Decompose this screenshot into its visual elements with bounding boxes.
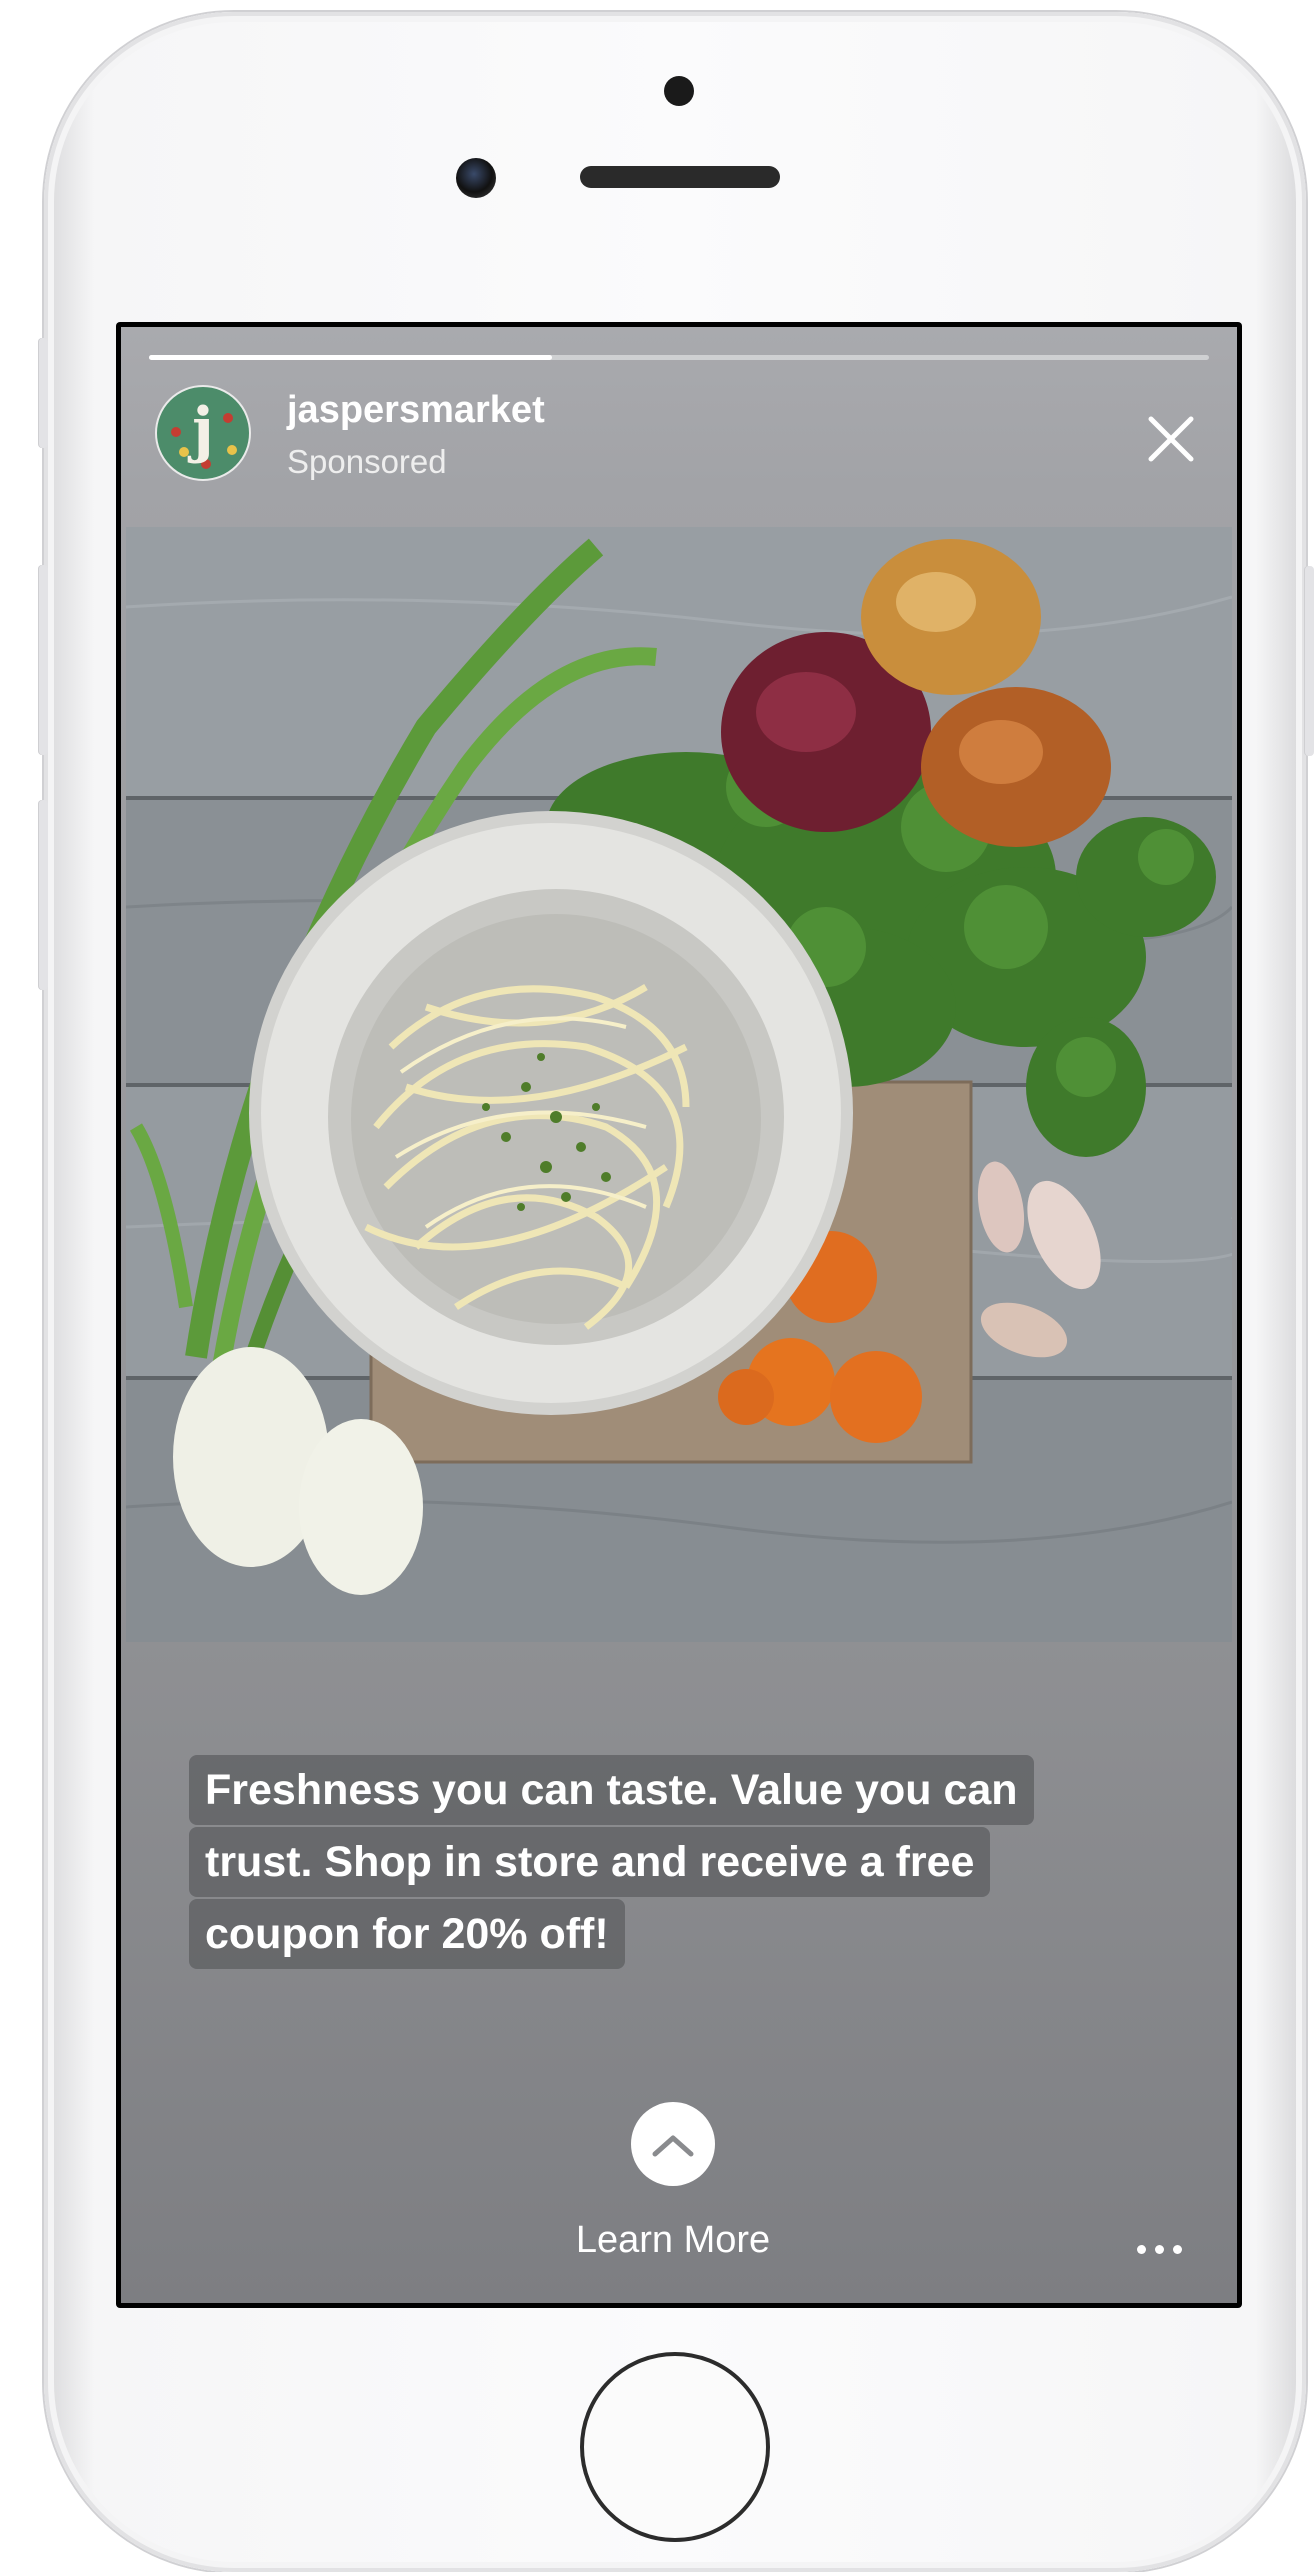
close-icon[interactable] xyxy=(1141,409,1201,469)
phone-screen: j jaspersmarket Sponsored Freshness you … xyxy=(116,322,1242,2308)
learn-more-label[interactable]: Learn More xyxy=(471,2219,875,2262)
avatar[interactable]: j xyxy=(155,385,251,481)
volume-down-button xyxy=(38,800,48,990)
chevron-up-icon xyxy=(652,2135,694,2157)
caption-line: coupon for 20% off! xyxy=(189,1899,625,1969)
story-progress-fill xyxy=(149,355,552,360)
avatar-letter: j xyxy=(192,395,214,465)
account-name[interactable]: jaspersmarket xyxy=(287,389,545,432)
ad-image xyxy=(126,527,1232,1642)
power-button xyxy=(1304,566,1314,756)
sponsored-label: Sponsored xyxy=(287,443,447,480)
volume-up-button xyxy=(38,565,48,755)
ad-caption: Freshness you can taste. Value you can t… xyxy=(189,1755,1189,1971)
front-camera xyxy=(456,158,496,198)
mute-switch xyxy=(38,338,48,448)
proximity-sensor xyxy=(664,76,694,106)
learn-more-button[interactable] xyxy=(631,2102,715,2186)
earpiece-speaker xyxy=(580,166,780,188)
story-ad[interactable]: j jaspersmarket Sponsored Freshness you … xyxy=(121,327,1237,2303)
more-dots-icon[interactable] xyxy=(1137,2243,1185,2257)
caption-line: Freshness you can taste. Value you can xyxy=(189,1755,1034,1825)
story-progress-bar xyxy=(149,355,1209,360)
caption-line: trust. Shop in store and receive a free xyxy=(189,1827,991,1897)
home-button[interactable] xyxy=(580,2352,770,2542)
